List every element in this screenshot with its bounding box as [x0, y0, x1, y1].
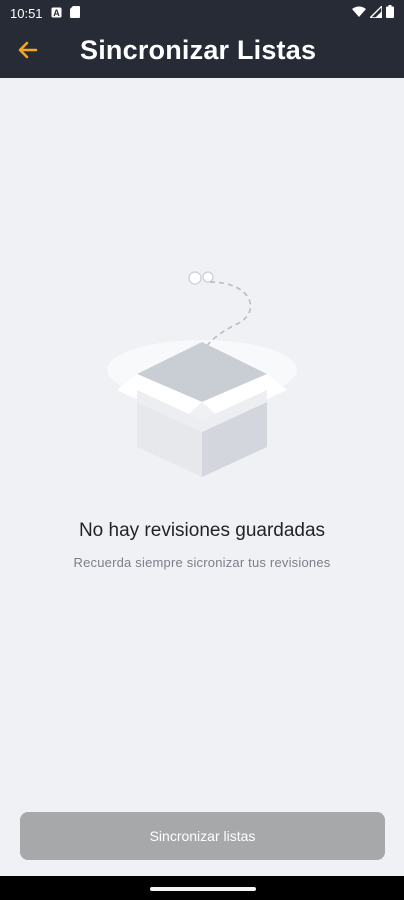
app-bar: Sincronizar Listas [0, 26, 404, 78]
battery-icon [386, 5, 394, 21]
open-box-icon [102, 262, 302, 487]
empty-state-subtitle: Recuerda siempre sicronizar tus revision… [73, 555, 331, 570]
empty-state-title: No hay revisiones guardadas [78, 520, 326, 541]
status-bar: 10:51 A [0, 0, 404, 26]
signal-icon [368, 3, 383, 21]
page-title: Sincronizar Listas [80, 35, 317, 65]
svg-text:A: A [53, 8, 60, 18]
home-indicator[interactable] [150, 887, 256, 891]
status-left: 10:51 A [10, 5, 80, 21]
back-button[interactable] [14, 38, 42, 66]
sim-card-icon [69, 5, 80, 21]
status-right [352, 3, 394, 21]
status-time: 10:51 [10, 5, 43, 21]
sync-lists-button[interactable]: Sincronizar listas [20, 812, 385, 860]
notification-a-icon: A [51, 6, 62, 21]
wifi-icon [352, 6, 366, 21]
arrow-left-icon [18, 41, 38, 64]
navigation-bar [0, 876, 404, 900]
